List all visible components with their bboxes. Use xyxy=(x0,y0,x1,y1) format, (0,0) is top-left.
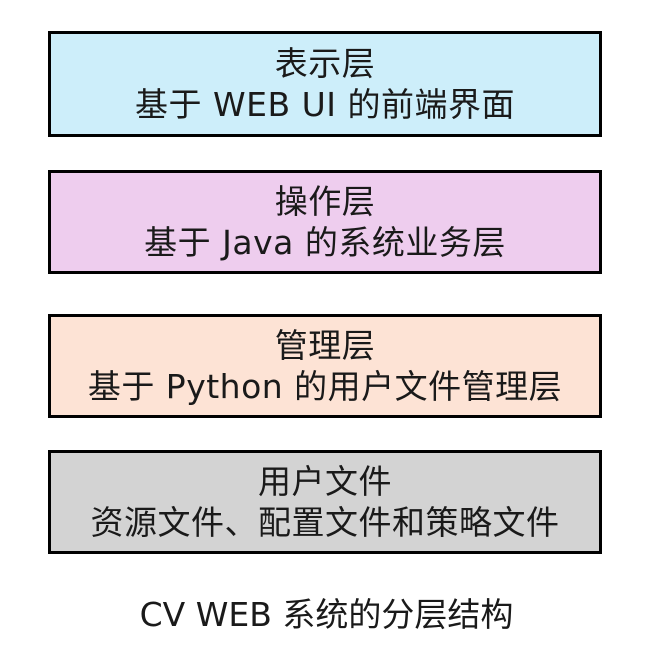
layer-box-presentation: 表示层 基于 WEB UI 的前端界面 xyxy=(48,31,602,137)
layer-title: 表示层 xyxy=(274,43,376,83)
layer-box-management: 管理层 基于 Python 的用户文件管理层 xyxy=(48,314,602,418)
layer-title: 用户文件 xyxy=(258,461,392,501)
layer-box-operation: 操作层 基于 Java 的系统业务层 xyxy=(48,170,602,274)
layer-title: 操作层 xyxy=(274,181,376,221)
layer-description: 资源文件、配置文件和策略文件 xyxy=(90,503,560,542)
layer-description: 基于 WEB UI 的前端界面 xyxy=(135,85,515,124)
layer-description: 基于 Python 的用户文件管理层 xyxy=(87,367,563,406)
layer-box-user-files: 用户文件 资源文件、配置文件和策略文件 xyxy=(48,450,602,554)
diagram-caption: CV WEB 系统的分层结构 xyxy=(139,595,514,634)
layer-title: 管理层 xyxy=(274,325,376,365)
layer-description: 基于 Java 的系统业务层 xyxy=(144,223,506,262)
